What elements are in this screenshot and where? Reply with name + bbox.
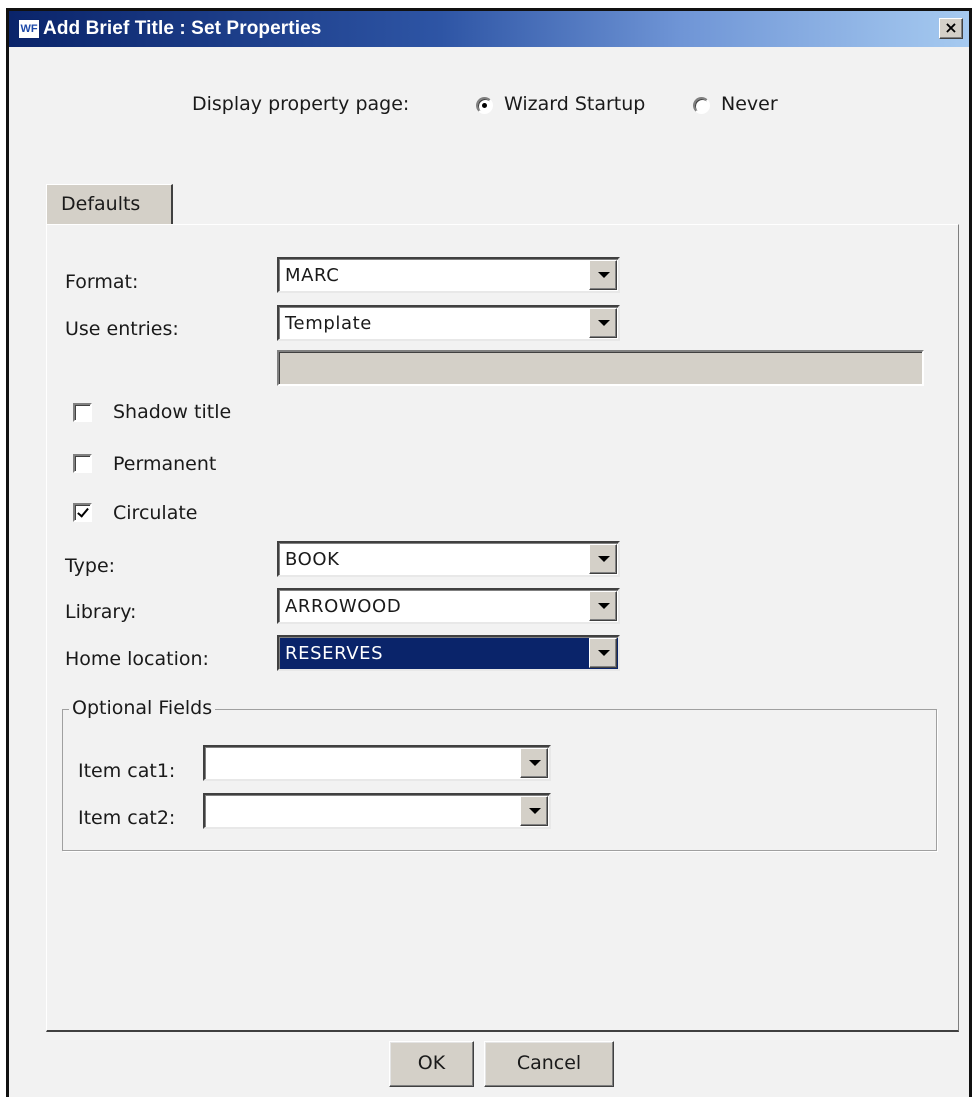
app-icon: WF <box>18 19 40 39</box>
shadow-title-checkbox[interactable] <box>73 403 92 422</box>
item-cat1-label: Item cat1: <box>78 760 176 782</box>
format-select[interactable]: MARC <box>277 257 620 293</box>
radio-never-label[interactable]: Never <box>721 93 778 115</box>
display-property-label: Display property page: <box>192 93 410 115</box>
home-location-select[interactable]: RESERVES <box>277 635 620 671</box>
dialog-window: WF Add Brief Title : Set Properties × Di… <box>6 8 972 1097</box>
chevron-down-icon[interactable] <box>589 638 617 668</box>
type-label: Type: <box>65 555 116 577</box>
optional-fields-legend: Optional Fields <box>69 697 216 719</box>
chevron-down-icon[interactable] <box>520 796 548 826</box>
item-cat2-select[interactable] <box>203 793 551 829</box>
close-icon: × <box>944 18 958 37</box>
radio-never[interactable] <box>693 97 710 114</box>
title-bar[interactable]: WF Add Brief Title : Set Properties × <box>9 11 969 47</box>
defaults-panel <box>46 224 959 1032</box>
format-label: Format: <box>65 271 139 293</box>
item-cat1-select[interactable] <box>203 745 551 781</box>
use-entries-label: Use entries: <box>65 318 179 340</box>
chevron-down-icon[interactable] <box>589 591 617 621</box>
use-entries-select[interactable]: Template <box>277 305 620 341</box>
window-title: Add Brief Title : Set Properties <box>43 18 322 39</box>
chevron-down-icon[interactable] <box>589 308 617 338</box>
radio-wizard-startup[interactable] <box>476 97 493 114</box>
circulate-checkbox[interactable] <box>73 503 92 522</box>
type-select[interactable]: BOOK <box>277 541 620 577</box>
cancel-button[interactable]: Cancel <box>484 1041 614 1087</box>
tab-defaults[interactable]: Defaults <box>46 184 173 224</box>
library-select[interactable]: ARROWOOD <box>277 588 620 624</box>
permanent-checkbox[interactable] <box>73 454 92 473</box>
format-value: MARC <box>285 265 340 286</box>
chevron-down-icon[interactable] <box>589 544 617 574</box>
library-label: Library: <box>65 601 137 623</box>
permanent-label[interactable]: Permanent <box>113 453 216 475</box>
home-location-label: Home location: <box>65 648 209 670</box>
circulate-label[interactable]: Circulate <box>113 502 198 524</box>
ok-button[interactable]: OK <box>389 1041 474 1087</box>
use-entries-value: Template <box>285 313 372 334</box>
chevron-down-icon[interactable] <box>589 260 617 290</box>
type-value: BOOK <box>285 549 340 570</box>
shadow-title-label[interactable]: Shadow title <box>113 401 231 423</box>
chevron-down-icon[interactable] <box>520 748 548 778</box>
library-value: ARROWOOD <box>285 596 402 617</box>
close-button[interactable]: × <box>939 18 963 39</box>
home-location-value: RESERVES <box>285 643 384 664</box>
item-cat2-label: Item cat2: <box>78 807 176 829</box>
use-entries-detail-field <box>277 350 924 386</box>
radio-wizard-startup-label[interactable]: Wizard Startup <box>504 93 645 115</box>
tab-defaults-label: Defaults <box>61 193 141 215</box>
